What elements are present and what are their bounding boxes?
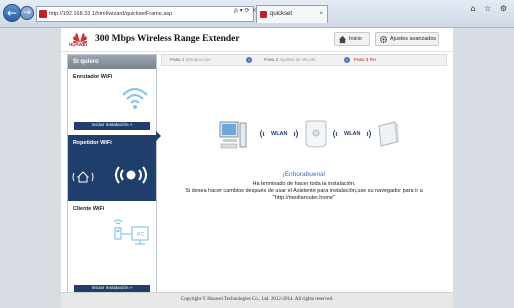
sidebar: Si quiero Enrutador WiFi Iniciar Instala… [67, 54, 161, 300]
tab-title: quickset [270, 11, 293, 17]
browser-toolbar: ← → http://192.168.33.1/html/wizard/quic… [0, 0, 514, 28]
completion-message: ¡Enhorabuena! Ha terminado de hacer toda… [161, 171, 447, 202]
wizard-steps: Paso 1 Introducción ✓ Paso 2 Ajustes de … [161, 54, 447, 66]
completion-text: Ha terminado de hacer toda la instalació… [161, 181, 447, 202]
page-title: 300 Mbps Wireless Range Extender [95, 34, 240, 44]
computer-icon [219, 121, 247, 149]
step-number: Paso 1 [170, 57, 185, 62]
step-1: Paso 1 Introducción ✓ [164, 55, 254, 65]
check-icon: ✓ [246, 57, 252, 63]
step-number: Paso 2 [264, 57, 279, 62]
sidebar-item-router[interactable]: Enrutador WiFi Iniciar Instalación » [68, 69, 156, 135]
site-favicon-icon [39, 10, 47, 18]
header: HUAWEI 300 Mbps Wireless Range Extender … [61, 28, 453, 52]
step-2: Paso 2 Ajustes de WLAN ✓ [258, 55, 354, 65]
step-number: Paso 3 [354, 57, 369, 62]
footer-copyright: Copyright © Huawei Technologies Co., Ltd… [61, 292, 453, 308]
active-item-pointer [156, 131, 161, 141]
forward-icon[interactable]: → [20, 6, 34, 20]
wlan-label: WLAN [271, 131, 288, 137]
signal-waves-icon [366, 129, 371, 139]
logo-text: HUAWEI [69, 42, 87, 47]
step-name: Fin [369, 57, 376, 62]
sidebar-item-label: Repetidor WiFi [73, 140, 112, 146]
advanced-label: Ajustes avanzados [390, 36, 437, 42]
home-button[interactable]: Inicio [334, 32, 370, 46]
router-icon [378, 121, 399, 147]
page: HUAWEI 300 Mbps Wireless Range Extender … [61, 28, 453, 308]
sidebar-item-client[interactable]: Cliente WiFi PC Iniciar Instalación » [68, 201, 156, 299]
range-extender-icon [305, 120, 327, 148]
repeater-signal-icon [115, 166, 147, 184]
address-tools[interactable]: ρ ▾ ⟳ × [234, 7, 257, 14]
congrats-heading: ¡Enhorabuena! [282, 171, 326, 178]
home-icon [338, 35, 347, 44]
completion-line-2: Si desea hacer cambios después de usar e… [185, 188, 423, 194]
completion-line-1: Ha terminado de hacer toda la instalació… [252, 181, 356, 187]
advanced-settings-button[interactable]: Ajustes avanzados [375, 32, 439, 46]
signal-waves-icon [293, 129, 298, 139]
pc-label: PC [137, 232, 144, 238]
wlan-label: WLAN [344, 131, 361, 137]
tab-favicon-icon [260, 11, 267, 18]
signal-waves-icon [260, 129, 265, 139]
start-setup-button[interactable]: Iniciar Instalación » [74, 122, 150, 130]
address-text: http://192.168.33.1/html/wizard/quickset… [49, 11, 173, 17]
sidebar-item-label: Enrutador WiFi [73, 74, 113, 80]
home-label: Inicio [349, 36, 362, 42]
step-name: Ajustes de WLAN [279, 57, 316, 62]
completion-link: "http://mediarouter.home" [273, 195, 335, 201]
network-diagram: WLAN WLAN [211, 118, 411, 158]
sidebar-heading: Si quiero [68, 55, 156, 69]
step-name: Introducción [185, 57, 211, 62]
back-icon[interactable]: ← [3, 4, 21, 22]
tab-quickset[interactable]: quickset × [256, 5, 328, 23]
step-3: Paso 3 Fin [348, 55, 408, 65]
signal-waves-icon [333, 129, 338, 139]
browser-toolbar-icons[interactable]: ⌂ ☆ ⚙ [470, 4, 510, 13]
wifi-icon [122, 87, 148, 109]
sidebar-item-repeater[interactable]: Repetidor WiFi [68, 135, 156, 201]
client-wifi-icon [113, 219, 149, 245]
gear-icon [379, 35, 388, 44]
sidebar-item-label: Cliente WiFi [73, 206, 105, 212]
tab-close-icon[interactable]: × [319, 6, 323, 22]
address-bar[interactable]: http://192.168.33.1/html/wizard/quickset… [36, 6, 254, 22]
home-wifi-icon [72, 171, 94, 183]
